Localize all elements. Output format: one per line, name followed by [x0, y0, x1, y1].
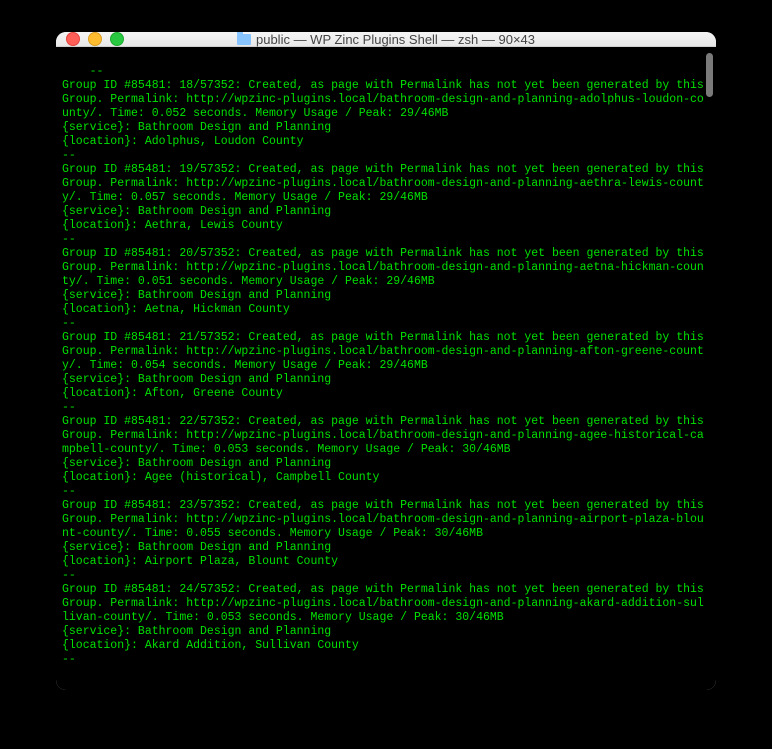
- minimize-icon[interactable]: [88, 32, 102, 46]
- terminal-window: public — WP Zinc Plugins Shell — zsh — 9…: [56, 32, 716, 690]
- traffic-lights: [66, 32, 124, 46]
- window-title: public — WP Zinc Plugins Shell — zsh — 9…: [56, 32, 716, 47]
- scrollbar-thumb[interactable]: [706, 53, 713, 97]
- maximize-icon[interactable]: [110, 32, 124, 46]
- terminal-output[interactable]: -- Group ID #85481: 18/57352: Created, a…: [56, 47, 716, 690]
- title-text: public — WP Zinc Plugins Shell — zsh — 9…: [256, 32, 535, 47]
- close-icon[interactable]: [66, 32, 80, 46]
- folder-icon: [237, 34, 251, 45]
- titlebar[interactable]: public — WP Zinc Plugins Shell — zsh — 9…: [56, 32, 716, 47]
